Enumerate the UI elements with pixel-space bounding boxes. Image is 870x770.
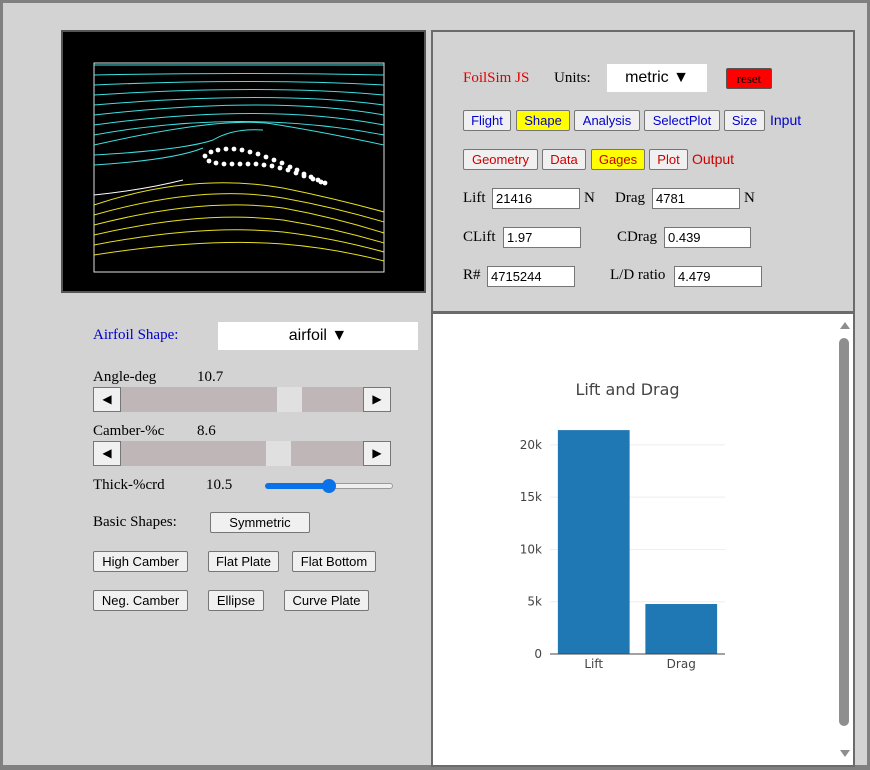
- symmetric-button[interactable]: Symmetric: [210, 512, 310, 533]
- flow-view: [61, 30, 426, 293]
- re-field[interactable]: 4715244: [487, 266, 575, 287]
- x-tick-label: Lift: [584, 657, 603, 671]
- flow-canvas: [93, 62, 385, 273]
- y-tick-label: 15k: [520, 490, 542, 504]
- angle-label: Angle-deg: [93, 369, 157, 385]
- chart-title: Lift and Drag: [575, 380, 679, 399]
- airfoil-markers: [202, 146, 328, 186]
- x-tick-label: Drag: [667, 657, 696, 671]
- clift-field[interactable]: 1.97: [503, 227, 581, 248]
- camber-label: Camber-%c: [93, 423, 165, 439]
- tab-selectplot[interactable]: SelectPlot: [644, 110, 720, 131]
- thick-slider-fill: [265, 483, 329, 489]
- plot-panel: Lift and Drag 0 5k 10k 15k 20k Lift Drag: [431, 312, 855, 767]
- flat-bottom-button[interactable]: Flat Bottom: [292, 551, 376, 572]
- high-camber-button[interactable]: High Camber: [93, 551, 188, 572]
- app-brand: FoilSim JS: [463, 70, 530, 86]
- flow-frame: [93, 62, 385, 273]
- cdrag-label: CDrag: [617, 229, 657, 245]
- streamlines-upper: [93, 64, 385, 166]
- drag-unit: N: [744, 190, 755, 206]
- airfoil-shape-label: Airfoil Shape:: [93, 327, 179, 343]
- drag-label: Drag: [615, 190, 645, 206]
- angle-slider-track[interactable]: [121, 387, 363, 412]
- lift-label: Lift: [463, 190, 486, 206]
- ld-field[interactable]: 4.479: [674, 266, 762, 287]
- units-label: Units:: [554, 70, 591, 86]
- angle-increase-button[interactable]: ▶: [363, 387, 391, 412]
- tab-analysis[interactable]: Analysis: [574, 110, 640, 131]
- ld-label: L/D ratio: [610, 267, 666, 283]
- tab-flight[interactable]: Flight: [463, 110, 511, 131]
- tab-plot[interactable]: Plot: [649, 149, 688, 170]
- arrow-right-icon: ▶: [372, 446, 382, 460]
- thick-value: 10.5: [206, 477, 233, 493]
- tab-data[interactable]: Data: [542, 149, 586, 170]
- thick-slider[interactable]: [265, 479, 393, 493]
- tab-size[interactable]: Size: [724, 110, 765, 131]
- thick-slider-rest: [329, 483, 393, 489]
- bar-drag: [645, 604, 718, 654]
- output-tag: Output: [692, 151, 735, 167]
- y-tick-label: 10k: [520, 542, 542, 556]
- angle-decrease-button[interactable]: ◀: [93, 387, 121, 412]
- thick-label: Thick-%crd: [93, 477, 165, 493]
- ellipse-button[interactable]: Ellipse: [208, 590, 264, 611]
- arrow-left-icon: ◀: [102, 392, 112, 406]
- camber-slider-thumb[interactable]: [266, 441, 291, 466]
- flat-plate-button[interactable]: Flat Plate: [208, 551, 279, 572]
- lift-unit: N: [584, 190, 595, 206]
- arrow-left-icon: ◀: [102, 446, 112, 460]
- curve-plate-button[interactable]: Curve Plate: [284, 590, 369, 611]
- control-panel: FoilSim JS Units: metric ▼ reset Flight …: [431, 30, 855, 313]
- lift-field[interactable]: 21416: [492, 188, 580, 209]
- re-label: R#: [463, 267, 481, 283]
- reset-button[interactable]: reset: [726, 68, 772, 89]
- y-tick-label: 20k: [520, 438, 542, 452]
- app-frame: FoilSim JS Units: metric ▼ reset Flight …: [3, 3, 867, 767]
- basic-shapes-label: Basic Shapes:: [93, 514, 177, 530]
- camber-decrease-button[interactable]: ◀: [93, 441, 121, 466]
- camber-increase-button[interactable]: ▶: [363, 441, 391, 466]
- arrow-right-icon: ▶: [372, 392, 382, 406]
- camber-slider-track[interactable]: [121, 441, 363, 466]
- angle-value: 10.7: [197, 369, 224, 385]
- angle-slider-thumb[interactable]: [277, 387, 302, 412]
- y-tick-label: 5k: [527, 595, 542, 609]
- input-tag: Input: [770, 112, 802, 128]
- bar-lift: [557, 430, 630, 654]
- scroll-down-icon[interactable]: [840, 750, 850, 757]
- scroll-up-icon[interactable]: [840, 322, 850, 329]
- thick-slider-knob[interactable]: [322, 479, 336, 493]
- airfoil-shape-select[interactable]: airfoil ▼: [218, 322, 418, 350]
- tab-shape[interactable]: Shape: [516, 110, 570, 131]
- y-tick-label: 0: [534, 647, 542, 661]
- drag-field[interactable]: 4781: [652, 188, 740, 209]
- tab-gages[interactable]: Gages: [591, 149, 645, 170]
- lift-drag-chart: Lift and Drag 0 5k 10k 15k 20k Lift Drag: [520, 380, 725, 671]
- clift-label: CLift: [463, 229, 496, 245]
- scrollbar-thumb[interactable]: [839, 338, 849, 726]
- units-select[interactable]: metric ▼: [607, 64, 707, 92]
- tab-geometry[interactable]: Geometry: [463, 149, 538, 170]
- cdrag-field[interactable]: 0.439: [664, 227, 751, 248]
- neg-camber-button[interactable]: Neg. Camber: [93, 590, 188, 611]
- streamlines-lower: [93, 182, 385, 262]
- camber-value: 8.6: [197, 423, 216, 439]
